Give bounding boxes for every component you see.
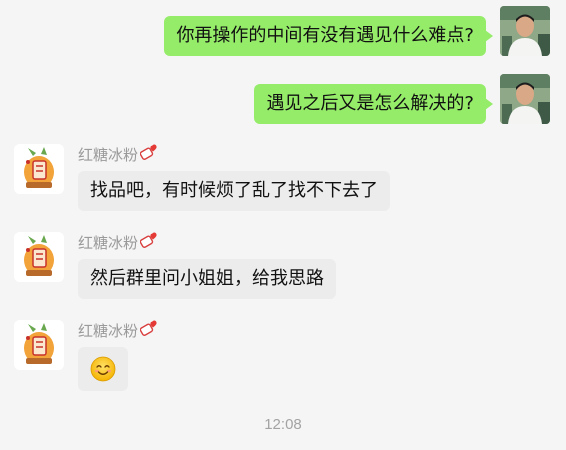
avatar[interactable] [500, 74, 550, 124]
sender-name-text: 红糖冰粉 [78, 321, 139, 340]
message-bubble-outgoing[interactable]: 你再操作的中间有没有遇见什么难点? [164, 16, 493, 56]
message-row-incoming: 红糖冰粉 然后群里问小姐姐，给我思路 [14, 232, 336, 299]
avatar[interactable] [500, 6, 550, 56]
message-bubble-incoming[interactable]: 找品吧，有时候烦了乱了找不下去了 [78, 171, 390, 211]
message-body: 红糖冰粉 [78, 320, 158, 391]
smiling-face-emoji-icon [90, 356, 116, 382]
avatar[interactable] [14, 320, 64, 370]
sender-name: 红糖冰粉 [78, 144, 390, 165]
message-row-incoming: 红糖冰粉 找品吧，有时候烦了乱了找不下去了 [14, 144, 390, 211]
sender-name-text: 红糖冰粉 [78, 145, 139, 164]
message-bubble-incoming[interactable]: 然后群里问小姐姐，给我思路 [78, 259, 336, 299]
sender-name: 红糖冰粉 [78, 232, 336, 253]
heart-icon [139, 144, 158, 165]
sender-name: 红糖冰粉 [78, 320, 158, 341]
message-bubble-outgoing[interactable]: 遇见之后又是怎么解决的? [254, 84, 493, 124]
heart-icon [139, 232, 158, 253]
sender-name-text: 红糖冰粉 [78, 233, 139, 252]
heart-icon [139, 320, 158, 341]
message-row-outgoing: 你再操作的中间有没有遇见什么难点? [164, 6, 566, 56]
message-bubble-emoji[interactable] [78, 347, 128, 391]
message-body: 红糖冰粉 然后群里问小姐姐，给我思路 [78, 232, 336, 299]
message-body: 红糖冰粉 找品吧，有时候烦了乱了找不下去了 [78, 144, 390, 211]
message-row-outgoing: 遇见之后又是怎么解决的? [254, 74, 566, 124]
timestamp: 12:08 [264, 416, 302, 433]
message-row-incoming: 红糖冰粉 [14, 320, 158, 391]
avatar[interactable] [14, 144, 64, 194]
chat-window: 你再操作的中间有没有遇见什么难点? 遇见之后又是怎么解决的? 红糖冰粉 找品吧，… [0, 0, 566, 450]
avatar[interactable] [14, 232, 64, 282]
